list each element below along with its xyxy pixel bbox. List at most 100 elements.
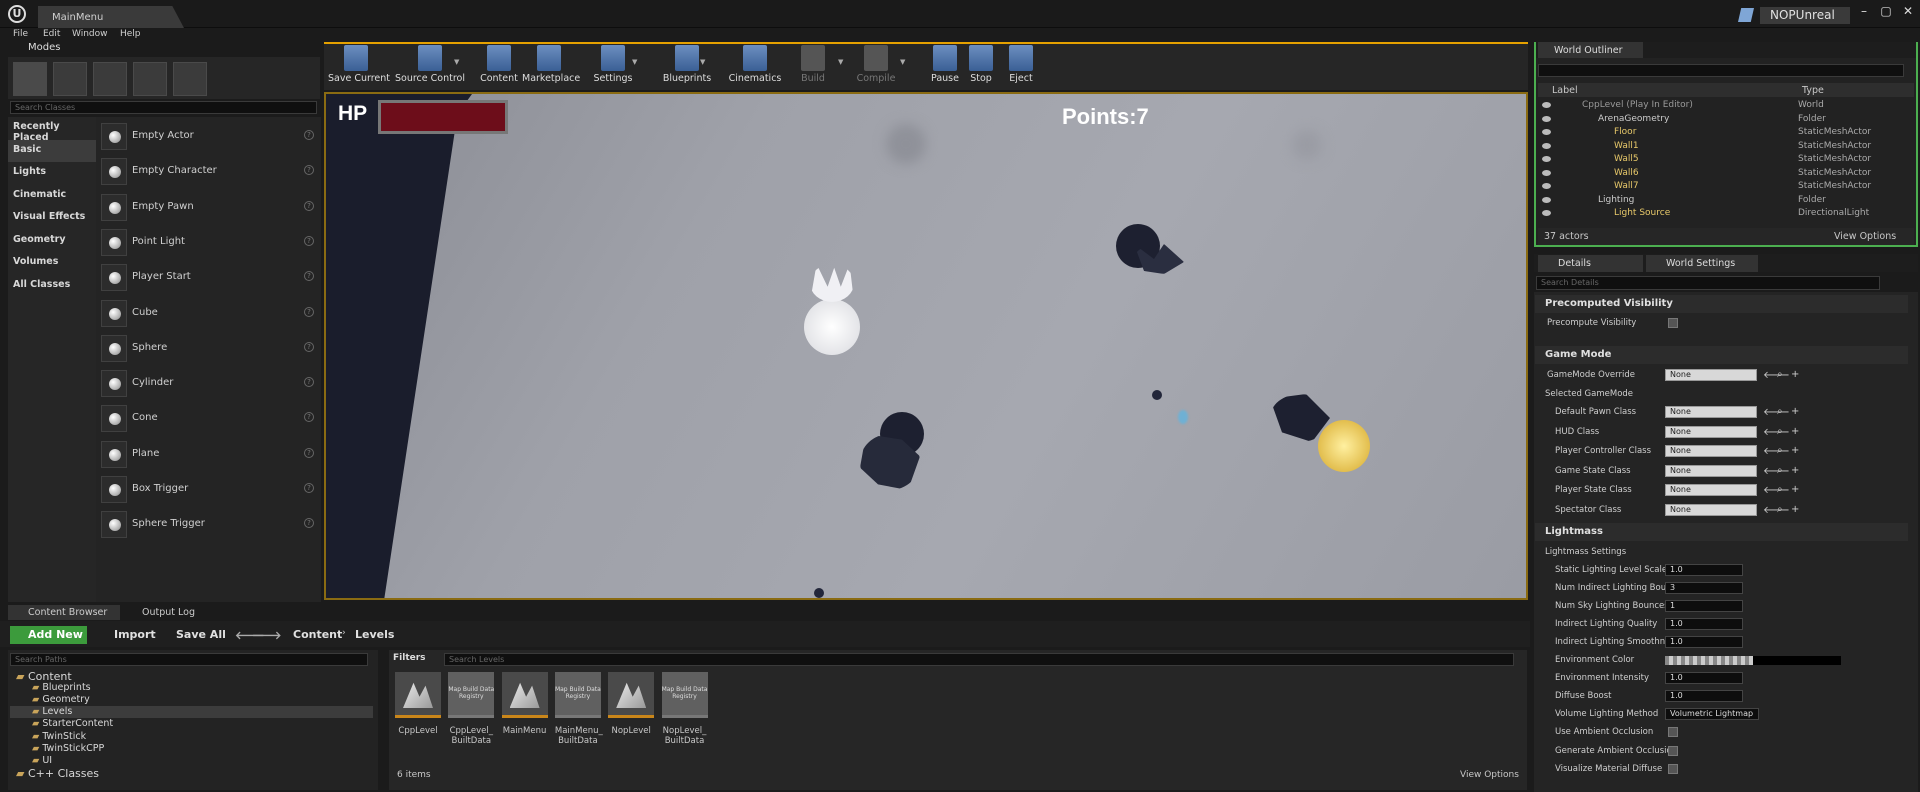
- asset-tile[interactable]: Map Build Data Registry NopLevel_ BuiltDa…: [661, 672, 708, 762]
- placeable-item[interactable]: Empty Actor?: [100, 119, 318, 154]
- outliner-view-options[interactable]: View Options: [1834, 231, 1896, 242]
- foliage-mode-icon[interactable]: [133, 62, 167, 96]
- category-item[interactable]: Geometry: [8, 230, 96, 252]
- toolbar-pause-button[interactable]: Pause: [930, 44, 960, 88]
- eye-icon[interactable]: [1542, 115, 1551, 122]
- help-icon[interactable]: ?: [304, 518, 314, 529]
- placeable-item[interactable]: Cone?: [100, 401, 318, 436]
- lightmass-check-checkbox[interactable]: [1668, 745, 1678, 756]
- level-tab[interactable]: MainMenu: [38, 6, 184, 28]
- eye-icon[interactable]: [1542, 183, 1551, 189]
- game-mode-section[interactable]: Game Mode: [1535, 346, 1908, 364]
- menu-help[interactable]: Help: [120, 29, 141, 39]
- outliner-row[interactable]: Lighting Folder: [1538, 194, 1900, 208]
- menu-file[interactable]: File: [13, 29, 28, 39]
- search-paths-input[interactable]: Search Paths: [10, 653, 368, 666]
- gamemode-class-select[interactable]: None: [1665, 425, 1757, 438]
- dropdown-arrow-icon[interactable]: ▼: [900, 58, 905, 66]
- folder-item[interactable]: ▰ TwinStick: [10, 731, 86, 743]
- game-viewport[interactable]: HP Points:7: [324, 92, 1528, 600]
- tab-details[interactable]: Details: [1538, 255, 1643, 272]
- diffuse-boost-input[interactable]: 1.0: [1665, 690, 1743, 702]
- placeable-item[interactable]: Sphere Trigger?: [100, 507, 318, 542]
- dropdown-arrow-icon[interactable]: ▼: [454, 58, 459, 66]
- help-icon[interactable]: ?: [304, 412, 314, 423]
- placeable-item[interactable]: Plane?: [100, 437, 318, 472]
- toolbar-content-button[interactable]: Content: [480, 44, 518, 88]
- help-icon[interactable]: ?: [304, 200, 314, 211]
- assets-view-options[interactable]: View Options: [1460, 770, 1519, 780]
- help-icon[interactable]: ?: [304, 483, 314, 493]
- asset-tile[interactable]: Map Build Data Registry MainMenu_ BuiltDa…: [554, 672, 603, 762]
- help-icon[interactable]: ?: [304, 306, 314, 317]
- gamemode-class-select[interactable]: None: [1665, 464, 1757, 477]
- modes-tab[interactable]: Modes: [8, 42, 68, 56]
- search-details-input[interactable]: Search Details: [1536, 276, 1880, 290]
- toolbar-compile-button[interactable]: Compile: [854, 44, 898, 88]
- help-icon[interactable]: ?: [304, 235, 314, 246]
- outliner-row[interactable]: Floor StaticMeshActor: [1538, 126, 1900, 140]
- breadcrumb-levels[interactable]: Levels: [355, 628, 394, 641]
- category-item[interactable]: Recently Placed: [8, 117, 96, 143]
- gamemode-class-select[interactable]: None: [1665, 503, 1757, 516]
- tab-world-outliner[interactable]: World Outliner: [1538, 42, 1643, 58]
- add-icon[interactable]: +: [1791, 426, 1799, 437]
- dropdown-arrow-icon[interactable]: ▼: [700, 58, 705, 66]
- category-item[interactable]: Visual Effects: [8, 207, 96, 229]
- tab-world-settings[interactable]: World Settings: [1646, 255, 1758, 272]
- eye-icon[interactable]: [1542, 142, 1551, 149]
- add-icon[interactable]: +: [1791, 465, 1799, 476]
- outliner-search-input[interactable]: [1538, 64, 1904, 77]
- category-item[interactable]: Volumes: [8, 252, 96, 274]
- toolbar-settings-button[interactable]: Settings: [592, 44, 634, 88]
- asset-tile[interactable]: CppLevel: [395, 672, 441, 762]
- outliner-row[interactable]: CppLevel (Play In Editor) World: [1538, 99, 1900, 113]
- minimize-icon[interactable]: –: [1856, 4, 1872, 18]
- import-button[interactable]: Import: [114, 628, 156, 641]
- environment-color-value[interactable]: [1753, 656, 1841, 665]
- placeable-item[interactable]: Box Trigger?: [100, 472, 318, 507]
- toolbar-marketplace-button[interactable]: Marketplace: [522, 44, 580, 88]
- folder-item[interactable]: ▰ Content: [10, 670, 72, 683]
- place-mode-icon[interactable]: [13, 62, 47, 96]
- label-column-header[interactable]: Label: [1552, 85, 1578, 96]
- menu-edit[interactable]: Edit: [43, 29, 60, 39]
- toolbar-cinematics-button[interactable]: Cinematics: [728, 44, 782, 88]
- browse-icon[interactable]: ⌕: [1777, 369, 1783, 380]
- lightmass-check-checkbox[interactable]: [1668, 727, 1678, 737]
- browse-icon[interactable]: ⌕: [1777, 406, 1783, 417]
- outliner-row[interactable]: Light Source DirectionalLight: [1538, 207, 1900, 221]
- folder-item[interactable]: ▰ Geometry: [10, 694, 90, 706]
- toolbar-save-button[interactable]: Save Current: [328, 44, 390, 88]
- lightmass-prop-input[interactable]: 1.0: [1665, 564, 1743, 576]
- outliner-row[interactable]: ArenaGeometry Folder: [1538, 113, 1900, 127]
- toolbar-stop-button[interactable]: Stop: [968, 44, 994, 88]
- toolbar-blueprints-button[interactable]: Blueprints: [660, 44, 714, 88]
- gamemode-class-select[interactable]: None: [1665, 484, 1757, 496]
- add-icon[interactable]: +: [1791, 406, 1799, 417]
- folder-item[interactable]: ▰ C++ Classes: [10, 767, 99, 780]
- precompute-visibility-checkbox[interactable]: [1668, 318, 1678, 328]
- precomputed-visibility-section[interactable]: Precomputed Visibility: [1535, 295, 1908, 313]
- add-icon[interactable]: +: [1791, 445, 1799, 456]
- landscape-mode-icon[interactable]: [93, 62, 127, 96]
- help-icon[interactable]: ?: [304, 165, 314, 176]
- lightmass-prop-input[interactable]: 1.0: [1665, 636, 1743, 648]
- breadcrumb-content[interactable]: Content: [293, 628, 342, 641]
- toolbar-source-control-button[interactable]: Source Control: [390, 44, 470, 88]
- search-classes-input[interactable]: Search Classes: [10, 101, 317, 114]
- outliner-row[interactable]: Wall1 StaticMeshActor: [1538, 140, 1900, 154]
- save-all-button[interactable]: Save All: [176, 628, 226, 641]
- category-item[interactable]: All Classes: [8, 275, 96, 297]
- geometry-mode-icon[interactable]: [173, 62, 207, 96]
- close-icon[interactable]: ✕: [1900, 4, 1916, 18]
- placeable-item[interactable]: Player Start?: [100, 260, 318, 295]
- help-icon[interactable]: ?: [304, 341, 314, 352]
- lightmass-prop-input[interactable]: 1: [1665, 600, 1743, 612]
- filters-button[interactable]: Filters: [393, 653, 441, 667]
- help-icon[interactable]: ?: [304, 271, 314, 282]
- category-item[interactable]: Lights: [8, 162, 96, 184]
- eye-icon[interactable]: [1542, 196, 1551, 203]
- category-item[interactable]: Basic: [8, 139, 96, 162]
- volume-lighting-method-input[interactable]: Volumetric Lightmap: [1665, 708, 1759, 720]
